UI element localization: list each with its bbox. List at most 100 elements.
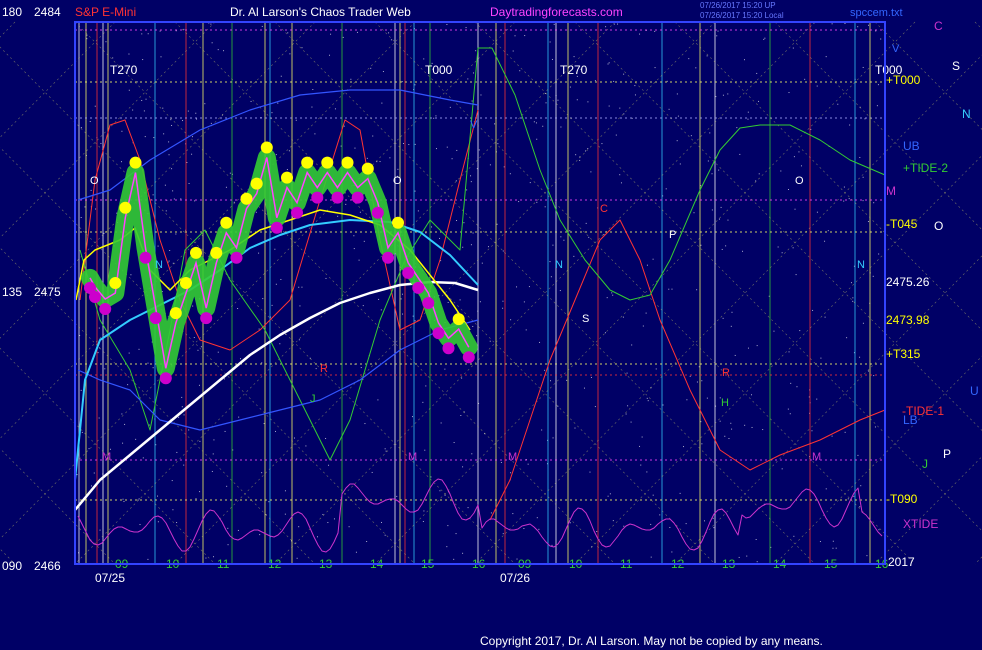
star-dot (489, 340, 491, 342)
planet-marker: M (508, 451, 517, 463)
star-dot (157, 245, 159, 247)
star-dot (188, 429, 190, 431)
star-dot (456, 149, 458, 151)
star-dot (529, 182, 531, 184)
high-marker (452, 313, 465, 326)
low-marker (402, 266, 415, 279)
star-dot (758, 173, 760, 175)
star-dot (652, 258, 654, 260)
star-dot (878, 529, 880, 531)
star-dot (812, 309, 814, 311)
star-dot (859, 156, 861, 158)
star-dot (423, 510, 425, 512)
star-dot (171, 124, 173, 126)
star-dot (210, 23, 212, 25)
star-dot (811, 430, 813, 432)
right-label: 2473.98 (886, 313, 930, 327)
star-dot (414, 320, 416, 322)
star-dot (846, 337, 848, 339)
star-dot (424, 449, 426, 451)
star-dot (280, 278, 282, 280)
star-dot (862, 200, 864, 202)
low-marker (139, 251, 152, 264)
planet-marker: J (310, 393, 316, 405)
star-dot (557, 99, 559, 101)
star-dot (147, 558, 149, 560)
top-marker: T270 (560, 63, 588, 77)
star-dot (589, 471, 591, 473)
star-dot (467, 507, 469, 509)
planet-marker: V (892, 43, 900, 55)
star-dot (199, 440, 201, 442)
star-dot (453, 442, 455, 444)
star-dot (587, 148, 589, 150)
star-dot (238, 416, 240, 418)
star-dot (848, 198, 850, 200)
star-dot (171, 168, 173, 170)
star-dot (787, 408, 789, 410)
star-dot (364, 423, 366, 425)
star-dot (489, 164, 491, 166)
star-dot (128, 352, 130, 354)
star-dot (385, 450, 387, 452)
star-dot (843, 186, 845, 188)
planet-marker: R (320, 363, 328, 375)
star-dot (355, 551, 357, 553)
star-dot (275, 430, 276, 432)
star-dot (479, 301, 481, 303)
star-dot (97, 352, 99, 354)
star-dot (608, 105, 610, 107)
star-dot (533, 121, 535, 123)
star-dot (105, 41, 107, 43)
plot-background (0, 0, 982, 650)
high-marker (129, 156, 142, 169)
star-dot (790, 382, 792, 384)
star-dot (205, 557, 207, 559)
star-dot (634, 85, 636, 87)
star-dot (608, 62, 610, 64)
star-dot (186, 162, 188, 164)
planet-marker: M (408, 451, 417, 463)
star-dot (544, 369, 546, 371)
copyright-notice: Copyright 2017, Dr. Al Larson. May not b… (480, 634, 823, 648)
planet-marker: N (555, 259, 563, 271)
star-dot (459, 299, 461, 301)
star-dot (549, 41, 551, 43)
date-label: 07/26 (500, 571, 530, 585)
star-dot (874, 426, 876, 428)
star-dot (262, 298, 264, 300)
high-marker (119, 201, 132, 214)
star-dot (847, 498, 849, 500)
star-dot (142, 59, 144, 61)
high-marker (321, 156, 334, 169)
star-dot (799, 330, 801, 332)
star-dot (619, 107, 621, 109)
star-dot (832, 540, 834, 542)
star-dot (792, 247, 794, 249)
planet-letter: O (934, 219, 943, 233)
planet-marker: M (102, 451, 111, 463)
star-dot (607, 495, 609, 497)
star-dot (601, 143, 603, 145)
star-dot (435, 115, 437, 117)
star-dot (93, 472, 95, 474)
star-dot (444, 368, 446, 370)
star-dot (617, 23, 619, 25)
star-dot (169, 250, 171, 252)
star-dot (587, 101, 589, 103)
star-dot (832, 547, 834, 549)
star-dot (877, 84, 879, 86)
star-dot (198, 384, 200, 386)
high-marker (220, 216, 233, 229)
site-link[interactable]: Daytradingforecasts.com (490, 5, 623, 19)
star-dot (446, 546, 448, 548)
low-marker (442, 342, 455, 355)
star-dot (287, 32, 289, 34)
star-dot (525, 329, 527, 331)
low-marker (432, 327, 445, 340)
right-label: M (886, 184, 896, 198)
star-dot (793, 156, 795, 158)
star-dot (388, 32, 390, 34)
star-dot (417, 210, 419, 212)
star-dot (872, 275, 874, 277)
